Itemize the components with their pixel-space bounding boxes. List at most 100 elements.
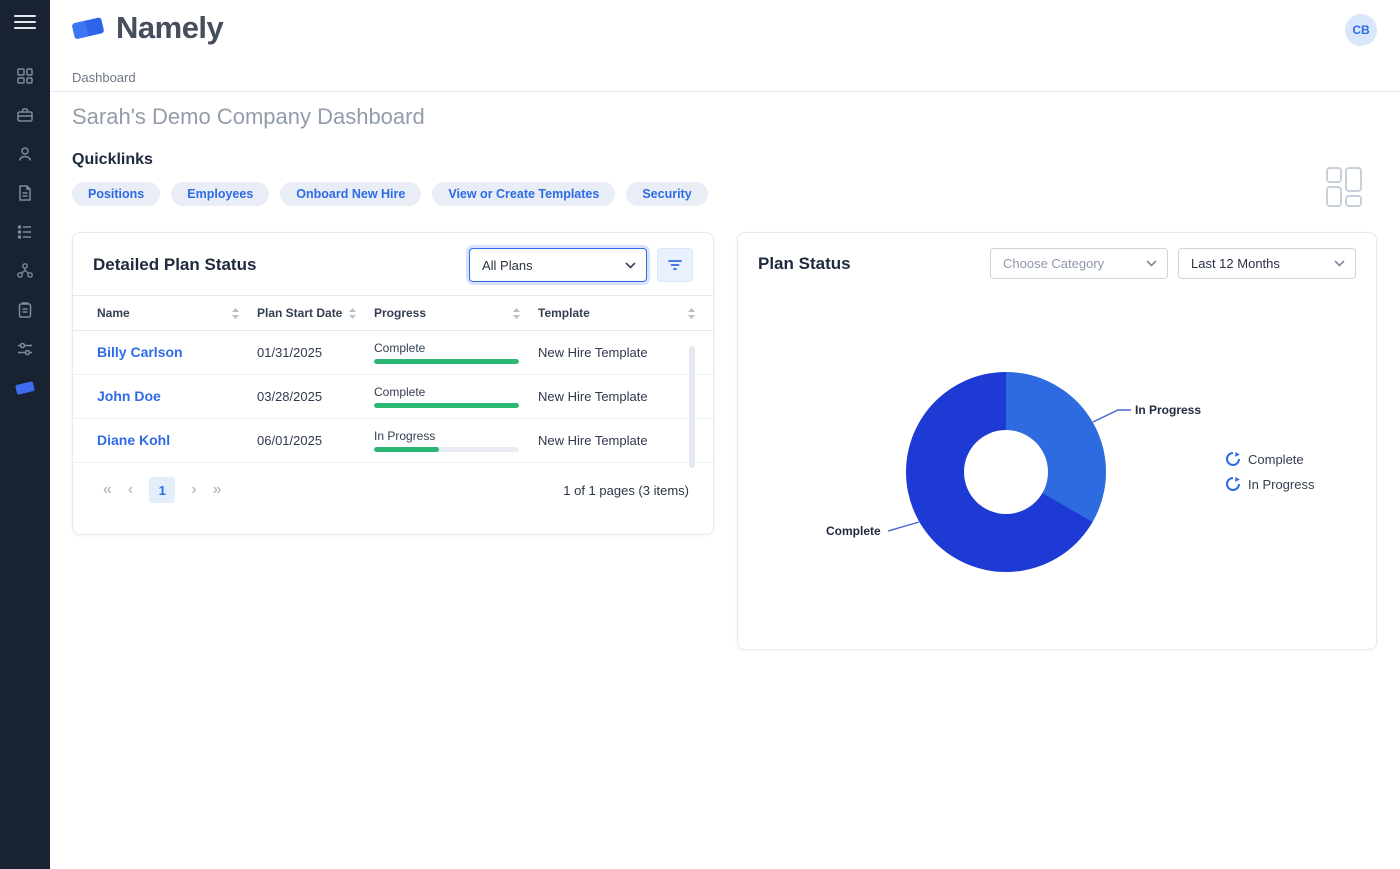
plan-status-title: Plan Status [758,254,851,274]
detailed-plan-status-title: Detailed Plan Status [93,255,256,275]
table-scrollbar[interactable] [689,346,695,468]
page-title: Sarah's Demo Company Dashboard [72,104,425,130]
user-avatar[interactable]: CB [1345,14,1377,46]
pagination: « ‹ 1 › » 1 of 1 pages (3 items) [73,463,713,503]
clipboard-icon [16,301,34,319]
plans-filter-select[interactable]: All Plans [469,248,647,282]
progress-cell: Complete [374,341,538,364]
quicklink-security[interactable]: Security [626,182,707,206]
progress-label: Complete [374,341,538,355]
layout-widgets-icon [1325,166,1363,208]
chevron-down-icon [1334,260,1345,267]
employee-link[interactable]: Billy Carlson [97,344,183,360]
donut-hole [964,430,1048,514]
detailed-plan-status-card: Detailed Plan Status All Plans Name Plan… [72,232,714,535]
app-window: Namely CB Dashboard Sarah's Demo Company… [0,0,1400,869]
employee-link[interactable]: John Doe [97,388,161,404]
chart-legend: Complete In Progress [1226,448,1314,495]
legend-item-complete[interactable]: Complete [1226,448,1314,470]
brand-logo[interactable]: Namely [70,10,223,46]
progress-bar [374,359,519,364]
chevron-down-icon [1146,260,1157,267]
plan-status-card: Plan Status Choose Category Last 12 Mont… [737,232,1377,650]
chevron-down-icon [625,262,636,269]
template-name: New Hire Template [538,345,713,360]
sidebar-item-workflows[interactable] [0,329,50,368]
progress-label: Complete [374,385,538,399]
progress-cell: In Progress [374,429,538,452]
namely-logo-icon [70,12,108,44]
hamburger-icon [14,14,36,30]
quicklinks: Positions Employees Onboard New Hire Vie… [72,182,708,206]
callout-in-progress: In Progress [1135,403,1201,417]
pagination-page-1[interactable]: 1 [149,477,175,503]
donut-chart[interactable] [906,372,1106,572]
sidebar-item-dashboard[interactable] [0,56,50,95]
sidebar [0,0,50,869]
pagination-last-button[interactable]: » [213,482,222,498]
progress-bar [374,403,519,408]
plan-status-chart: In Progress Complete Complete In Progres… [738,292,1376,642]
template-name: New Hire Template [538,433,713,448]
sidebar-item-reports[interactable] [0,290,50,329]
sidebar-item-org[interactable] [0,251,50,290]
category-select[interactable]: Choose Category [990,248,1168,279]
date-range-select[interactable]: Last 12 Months [1178,248,1356,279]
dashboard-grid-icon [16,67,34,85]
legend-item-in-progress[interactable]: In Progress [1226,473,1314,495]
sort-icon [688,308,695,319]
breadcrumb[interactable]: Dashboard [72,70,136,85]
column-header-name[interactable]: Name [97,306,257,320]
category-select-value: Choose Category [1003,256,1104,271]
filter-button[interactable] [657,248,693,282]
table-row: Diane Kohl 06/01/2025 In Progress New Hi… [73,419,713,463]
person-icon [16,145,34,163]
quicklink-view-or-create-templates[interactable]: View or Create Templates [432,182,615,206]
pagination-next-button[interactable]: › [191,482,196,498]
dashboard-layout-button[interactable] [1322,165,1366,209]
column-header-progress[interactable]: Progress [374,306,538,320]
template-name: New Hire Template [538,389,713,404]
brand-name: Namely [116,10,223,46]
sort-icon [513,308,520,319]
sort-icon [232,308,239,319]
pagination-first-button[interactable]: « [103,482,112,498]
callout-complete: Complete [826,524,881,538]
progress-bar [374,447,519,452]
plans-filter-value: All Plans [482,258,533,273]
sort-icon [349,308,356,319]
table-row: John Doe 03/28/2025 Complete New Hire Te… [73,375,713,419]
sidebar-item-namely-home[interactable] [0,368,50,407]
hamburger-menu-button[interactable] [0,0,50,44]
pagination-summary: 1 of 1 pages (3 items) [563,483,689,498]
document-icon [16,184,34,202]
sidebar-item-documents[interactable] [0,173,50,212]
column-header-template[interactable]: Template [538,306,713,320]
list-icon [16,223,34,241]
plan-start-date: 03/28/2025 [257,389,374,404]
sidebar-item-people[interactable] [0,134,50,173]
sidebar-item-tasks[interactable] [0,212,50,251]
progress-circle-icon [1226,477,1240,491]
plan-start-date: 01/31/2025 [257,345,374,360]
employee-link[interactable]: Diane Kohl [97,432,170,448]
filter-icon [667,258,683,272]
quicklink-positions[interactable]: Positions [72,182,160,206]
namely-flag-icon [14,378,36,398]
briefcase-icon [16,106,34,124]
plan-start-date: 06/01/2025 [257,433,374,448]
sliders-icon [16,340,34,358]
pagination-prev-button[interactable]: ‹ [128,482,133,498]
progress-cell: Complete [374,385,538,408]
quicklinks-heading: Quicklinks [72,151,153,169]
people-group-icon [16,262,34,280]
progress-circle-icon [1226,452,1240,466]
progress-label: In Progress [374,429,538,443]
sidebar-item-jobs[interactable] [0,95,50,134]
column-header-plan-start-date[interactable]: Plan Start Date [257,306,374,320]
quicklink-onboard-new-hire[interactable]: Onboard New Hire [280,182,421,206]
table-header: Name Plan Start Date Progress Template [73,295,713,331]
quicklink-employees[interactable]: Employees [171,182,269,206]
date-range-value: Last 12 Months [1191,256,1280,271]
table-row: Billy Carlson 01/31/2025 Complete New Hi… [73,331,713,375]
